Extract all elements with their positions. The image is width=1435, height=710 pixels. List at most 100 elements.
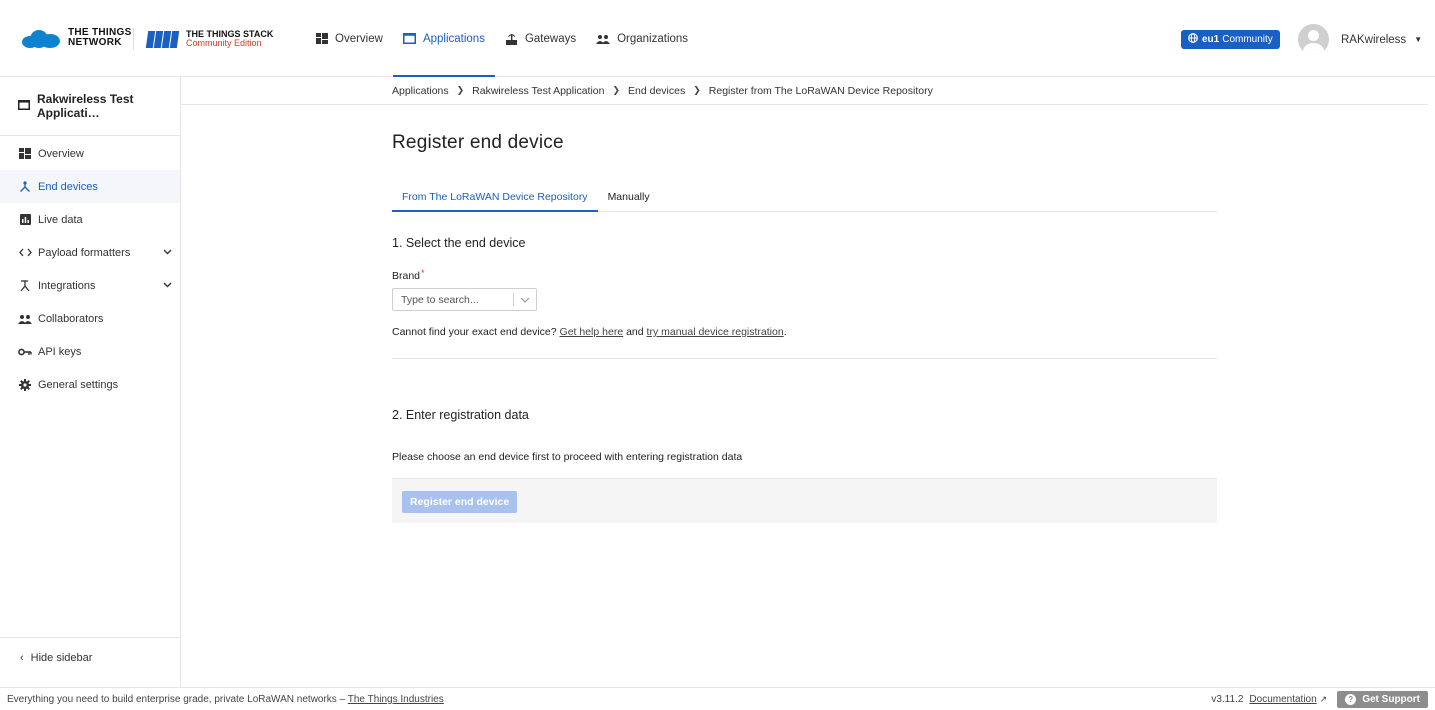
logo-divider xyxy=(133,28,134,50)
get-support-button[interactable]: ? Get Support xyxy=(1337,690,1428,708)
nav-gateways[interactable]: Gateways xyxy=(495,0,586,77)
help-suffix: . xyxy=(783,326,787,338)
caret-down-icon: ▼ xyxy=(1414,35,1423,44)
application-icon xyxy=(18,99,30,113)
chevron-down-icon xyxy=(163,246,172,258)
cluster-region: eu1 xyxy=(1202,34,1220,45)
grid-icon xyxy=(18,148,32,159)
chevron-left-icon: ‹ xyxy=(20,651,24,664)
register-end-device-button[interactable]: Register end device xyxy=(402,491,518,513)
sidebar-item-integrations[interactable]: Integrations xyxy=(0,269,180,302)
hide-sidebar-label: Hide sidebar xyxy=(30,651,93,664)
grid-icon xyxy=(316,33,328,44)
tab-device-repository[interactable]: From The LoRaWAN Device Repository xyxy=(392,183,598,212)
user-menu[interactable]: RAKwireless ▼ xyxy=(1298,24,1422,55)
brand-label-text: Brand xyxy=(392,270,421,282)
sidebar-item-live-data[interactable]: Live data xyxy=(0,203,180,236)
breadcrumb-application[interactable]: Rakwireless Test Application xyxy=(472,85,604,97)
cluster-selector[interactable]: eu1 Community xyxy=(1181,30,1280,49)
external-link-icon: ↗ xyxy=(1319,693,1328,704)
footer: Everything you need to build enterprise … xyxy=(0,687,1435,710)
ttn-logo-text: THE THINGS NETWORK xyxy=(68,27,132,48)
organization-icon xyxy=(596,34,611,44)
user-name: RAKwireless xyxy=(1341,33,1407,46)
breadcrumb-current: Register from The LoRaWAN Device Reposit… xyxy=(708,84,933,97)
cloud-icon xyxy=(22,28,62,48)
sidebar-item-label: Collaborators xyxy=(38,312,104,325)
brand-label: Brand* xyxy=(392,268,425,282)
manual-registration-link[interactable]: try manual device registration xyxy=(647,326,784,338)
integrations-icon xyxy=(18,279,32,292)
sidebar-item-api-keys[interactable]: API keys xyxy=(0,335,180,368)
sidebar-app-title-text: Rakwireless Test Applicati… xyxy=(37,92,134,120)
nav-applications-label: Applications xyxy=(422,32,485,45)
sidebar-item-general-settings[interactable]: General settings xyxy=(0,368,180,401)
nav-overview[interactable]: Overview xyxy=(306,0,393,77)
chevron-down-icon xyxy=(163,279,172,291)
footer-tagline-text: Everything you need to build enterprise … xyxy=(7,694,348,705)
key-icon xyxy=(18,348,32,356)
chevron-down-icon[interactable] xyxy=(514,297,536,303)
gear-icon xyxy=(18,378,32,391)
sidebar-item-label: Overview xyxy=(38,147,84,160)
sidebar-item-label: Live data xyxy=(38,213,83,226)
end-device-icon xyxy=(18,180,32,193)
help-prefix: Cannot find your exact end device? xyxy=(392,326,560,338)
breadcrumb: Applications ❯ Rakwireless Test Applicat… xyxy=(181,77,1428,105)
sidebar-item-label: End devices xyxy=(38,180,98,193)
section-select-device-title: 1. Select the end device xyxy=(392,236,526,250)
chevron-right-icon: ❯ xyxy=(693,85,701,95)
chevron-right-icon: ❯ xyxy=(456,85,465,95)
brand-select-placeholder: Type to search... xyxy=(401,293,479,306)
help-mid: and xyxy=(623,326,647,338)
gateway-icon xyxy=(505,33,518,45)
top-header: THE THINGS NETWORK THE THINGS STACK Commu… xyxy=(0,0,1435,77)
required-marker: * xyxy=(421,268,425,278)
sidebar-item-collaborators[interactable]: Collaborators xyxy=(0,302,180,335)
nav-applications[interactable]: Applications xyxy=(392,0,495,77)
nav-organizations[interactable]: Organizations xyxy=(586,0,698,77)
breadcrumb-applications[interactable]: Applications xyxy=(392,85,449,97)
documentation-link[interactable]: Documentation xyxy=(1249,694,1316,705)
get-support-label: Get Support xyxy=(1362,693,1420,705)
sidebar-item-label: Payload formatters xyxy=(38,246,131,259)
sidebar-app-title: Rakwireless Test Applicati… xyxy=(0,77,180,136)
hide-sidebar-button[interactable]: ‹ Hide sidebar xyxy=(0,637,180,677)
sidebar-item-label: General settings xyxy=(38,378,119,391)
sidebar: Rakwireless Test Applicati… Overview End… xyxy=(0,77,181,687)
globe-icon xyxy=(1188,33,1198,46)
sidebar-item-overview[interactable]: Overview xyxy=(0,137,180,170)
get-help-link[interactable]: Get help here xyxy=(560,326,624,338)
tab-manually[interactable]: Manually xyxy=(598,183,660,211)
sidebar-item-end-devices[interactable]: End devices xyxy=(0,170,180,203)
section-registration-data-title: 2. Enter registration data xyxy=(392,408,529,422)
help-icon: ? xyxy=(1345,693,1357,705)
sidebar-item-label: API keys xyxy=(38,345,82,358)
choose-device-hint: Please choose an end device first to pro… xyxy=(392,451,743,463)
tti-link[interactable]: The Things Industries xyxy=(348,694,444,705)
submit-bar: Register end device xyxy=(392,478,1217,523)
tts-logo[interactable]: THE THINGS STACK Community Edition xyxy=(145,30,273,48)
application-icon xyxy=(402,33,416,44)
registration-tabs: From The LoRaWAN Device Repository Manua… xyxy=(392,183,1217,212)
breadcrumb-end-devices[interactable]: End devices xyxy=(628,85,685,97)
sidebar-item-label: Integrations xyxy=(38,279,96,292)
help-text: Cannot find your exact end device? Get h… xyxy=(392,326,787,338)
ttn-logo[interactable]: THE THINGS NETWORK xyxy=(22,28,132,48)
chart-icon xyxy=(18,214,32,225)
sidebar-item-payload-formatters[interactable]: Payload formatters xyxy=(0,236,180,269)
avatar xyxy=(1298,24,1329,55)
cluster-label: Community xyxy=(1222,34,1273,45)
tts-logo-edition: Community Edition xyxy=(186,38,262,48)
page-title: Register end device xyxy=(392,132,564,153)
people-icon xyxy=(18,314,32,324)
nav-organizations-label: Organizations xyxy=(617,32,689,45)
code-icon xyxy=(18,248,32,257)
footer-tagline: Everything you need to build enterprise … xyxy=(7,694,444,705)
footer-right: v3.11.2 Documentation ↗ ? Get Support xyxy=(1211,688,1428,710)
stack-icon xyxy=(145,30,180,48)
nav-overview-label: Overview xyxy=(335,32,383,45)
chevron-right-icon: ❯ xyxy=(612,85,621,95)
nav-gateways-label: Gateways xyxy=(524,32,577,45)
brand-select[interactable]: Type to search... xyxy=(392,288,537,311)
